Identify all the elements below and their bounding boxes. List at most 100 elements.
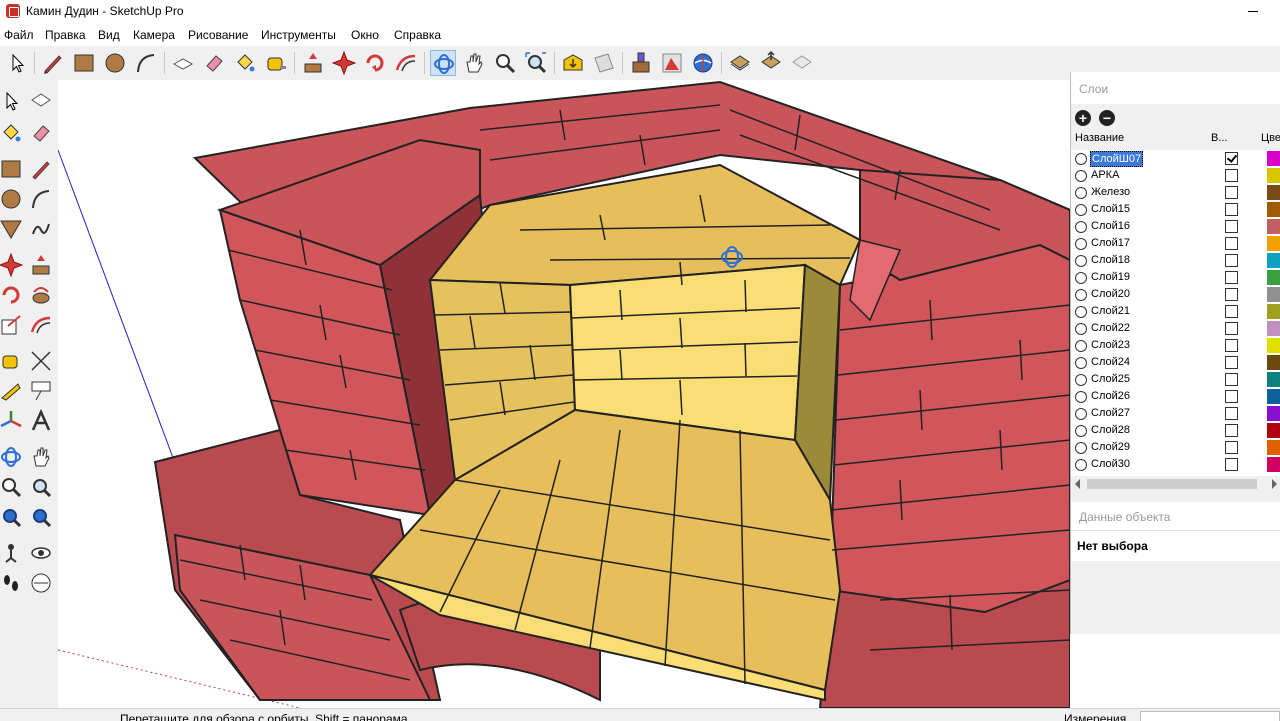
column-color-header[interactable]: Цве <box>1261 132 1280 148</box>
layer-visible-checkbox[interactable] <box>1225 322 1238 335</box>
layer-visible-checkbox[interactable] <box>1225 356 1238 369</box>
pan-icon[interactable] <box>28 444 54 470</box>
layer-visible-checkbox[interactable] <box>1225 220 1238 233</box>
layer-name[interactable]: СлойШ07 <box>1090 151 1144 167</box>
object-data-header[interactable]: Данные объекта <box>1071 502 1280 530</box>
zoom-window-icon[interactable] <box>28 474 54 500</box>
layer-row[interactable]: Слой26 <box>1071 388 1280 405</box>
menu-draw[interactable]: Рисование <box>188 28 248 42</box>
layer-name[interactable]: Железо <box>1090 185 1131 199</box>
layer-color-swatch[interactable] <box>1267 372 1280 387</box>
layer-row[interactable]: Слой27 <box>1071 405 1280 422</box>
layer-row[interactable]: Железо <box>1071 184 1280 201</box>
layer-name[interactable]: Слой20 <box>1090 287 1131 301</box>
zoom-icon[interactable] <box>0 474 24 500</box>
share-model-icon[interactable] <box>758 50 784 76</box>
position-camera-icon[interactable] <box>0 540 24 566</box>
move-icon[interactable] <box>0 252 24 278</box>
arc-icon[interactable] <box>133 50 159 76</box>
look-around-icon[interactable] <box>28 540 54 566</box>
select-icon[interactable] <box>0 88 24 114</box>
get-models-icon[interactable] <box>789 50 815 76</box>
layer-row[interactable]: Слой28 <box>1071 422 1280 439</box>
layer-visible-checkbox[interactable] <box>1225 373 1238 386</box>
layer-name[interactable]: Слой23 <box>1090 338 1131 352</box>
layer-visible-checkbox[interactable] <box>1225 237 1238 250</box>
active-layer-radio[interactable] <box>1075 408 1087 420</box>
layer-color-swatch[interactable] <box>1267 287 1280 302</box>
scroll-right-icon[interactable] <box>1272 479 1277 489</box>
scroll-left-icon[interactable] <box>1075 479 1080 489</box>
layer-row[interactable]: Слой22 <box>1071 320 1280 337</box>
3d-text-icon[interactable] <box>28 408 54 434</box>
orbit-icon[interactable] <box>0 444 24 470</box>
layer-color-swatch[interactable] <box>1267 338 1280 353</box>
offset-icon[interactable] <box>28 312 54 338</box>
push-pull-icon[interactable] <box>170 50 196 76</box>
active-layer-radio[interactable] <box>1075 221 1087 233</box>
layer-visible-checkbox[interactable] <box>1225 186 1238 199</box>
layer-color-swatch[interactable] <box>1267 202 1280 217</box>
layer-row[interactable]: СлойШ07 <box>1071 150 1280 167</box>
layer-color-swatch[interactable] <box>1267 253 1280 268</box>
axes-icon[interactable] <box>0 408 24 434</box>
minimize-button[interactable] <box>1234 0 1280 24</box>
layer-row[interactable]: АРКА <box>1071 167 1280 184</box>
active-layer-radio[interactable] <box>1075 340 1087 352</box>
zoom-icon[interactable] <box>492 50 518 76</box>
scroll-thumb[interactable] <box>1087 479 1257 489</box>
active-layer-radio[interactable] <box>1075 204 1087 216</box>
layer-row[interactable]: Слой17 <box>1071 235 1280 252</box>
make-component-icon[interactable] <box>28 88 54 114</box>
text-icon[interactable] <box>28 378 54 404</box>
dimension-icon[interactable] <box>28 348 54 374</box>
layer-name[interactable]: Слой26 <box>1090 389 1131 403</box>
layer-visible-checkbox[interactable] <box>1225 441 1238 454</box>
layer-row[interactable]: Слой19 <box>1071 269 1280 286</box>
layer-color-swatch[interactable] <box>1267 355 1280 370</box>
menu-help[interactable]: Справка <box>394 28 441 42</box>
circle-icon[interactable] <box>102 50 128 76</box>
layer-row[interactable]: Слой25 <box>1071 371 1280 388</box>
layer-color-swatch[interactable] <box>1267 168 1280 183</box>
layer-visible-checkbox[interactable] <box>1225 407 1238 420</box>
active-layer-radio[interactable] <box>1075 323 1087 335</box>
active-layer-radio[interactable] <box>1075 459 1087 471</box>
layer-visible-checkbox[interactable] <box>1225 458 1238 471</box>
layer-name[interactable]: Слой15 <box>1090 202 1131 216</box>
eraser-icon[interactable] <box>201 50 227 76</box>
eraser-icon[interactable] <box>28 120 54 146</box>
layer-name[interactable]: АРКА <box>1090 168 1120 182</box>
active-layer-radio[interactable] <box>1075 238 1087 250</box>
layer-row[interactable]: Слой30 <box>1071 456 1280 473</box>
arc-icon[interactable] <box>28 186 54 212</box>
tape-measure-icon[interactable] <box>263 50 289 76</box>
active-layer-radio[interactable] <box>1075 187 1087 199</box>
layer-visible-checkbox[interactable] <box>1225 305 1238 318</box>
protractor-icon[interactable] <box>0 378 24 404</box>
active-layer-radio[interactable] <box>1075 442 1087 454</box>
menu-tools[interactable]: Инструменты <box>261 28 336 42</box>
active-layer-radio[interactable] <box>1075 170 1087 182</box>
active-layer-radio[interactable] <box>1075 255 1087 267</box>
styles-icon[interactable] <box>659 50 685 76</box>
offset-icon[interactable] <box>393 50 419 76</box>
layer-color-swatch[interactable] <box>1267 304 1280 319</box>
pan-icon[interactable] <box>461 50 487 76</box>
layer-row[interactable]: Слой29 <box>1071 439 1280 456</box>
layer-color-swatch[interactable] <box>1267 423 1280 438</box>
orbit-icon[interactable] <box>430 50 456 76</box>
paint-bucket-icon[interactable] <box>0 120 24 146</box>
select-icon[interactable] <box>4 50 30 76</box>
layer-name[interactable]: Слой18 <box>1090 253 1131 267</box>
previous-view-icon[interactable] <box>0 504 24 530</box>
rectangle-icon[interactable] <box>0 156 24 182</box>
layer-visible-checkbox[interactable] <box>1225 152 1238 165</box>
active-layer-radio[interactable] <box>1075 374 1087 386</box>
model-viewport[interactable] <box>58 80 1070 708</box>
zoom-extents-icon[interactable] <box>523 50 549 76</box>
push-pull-icon[interactable] <box>28 252 54 278</box>
layer-color-swatch[interactable] <box>1267 457 1280 472</box>
layer-color-swatch[interactable] <box>1267 440 1280 455</box>
layer-name[interactable]: Слой16 <box>1090 219 1131 233</box>
